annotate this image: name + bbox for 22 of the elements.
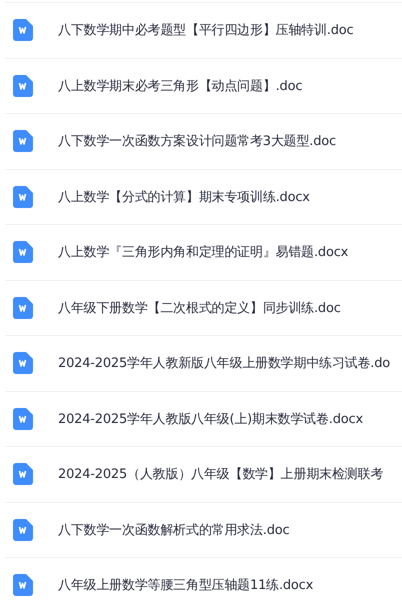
file-name[interactable]: 八年级上册数学等腰三角型压轴题11练.docx (58, 576, 314, 594)
file-name[interactable]: 八上数学期末必考三角形【动点问题】.doc (58, 76, 302, 95)
word-document-icon (13, 296, 33, 319)
file-name[interactable]: 八下数学一次函数解析式的常用求法.doc (58, 520, 290, 539)
word-document-icon (13, 130, 33, 152)
file-name[interactable]: 2024-2025学年人教版八年级(上)期末数学试卷.docx (58, 410, 363, 428)
word-document-icon (13, 19, 33, 42)
word-document-icon (13, 408, 33, 430)
word-document-icon (13, 463, 33, 486)
file-name[interactable]: 八上数学『三角形内角和定理的证明』易错题.docx (58, 243, 348, 262)
word-document-icon (13, 241, 33, 264)
file-name[interactable]: 2024-2025学年人教新版八年级上册数学期中练习试卷.do (58, 354, 390, 372)
file-name[interactable]: 八下数学期中必考题型【平行四边形】压轴特训.doc (58, 21, 354, 40)
file-name[interactable]: 八上数学【分式的计算】期末专项训练.docx (58, 188, 310, 206)
file-name[interactable]: 八年级下册数学【二次根式的定义】同步训练.doc (58, 298, 341, 317)
word-document-icon (13, 186, 33, 208)
word-document-icon (13, 352, 33, 374)
word-document-icon (13, 518, 33, 541)
file-name[interactable]: 八下数学一次函数方案设计问题常考3大题型.doc (58, 132, 336, 150)
file-name[interactable]: 2024-2025（人教版）八年级【数学】上册期末检测联考 (58, 465, 384, 484)
word-document-icon (13, 574, 33, 596)
word-document-icon (13, 74, 33, 97)
